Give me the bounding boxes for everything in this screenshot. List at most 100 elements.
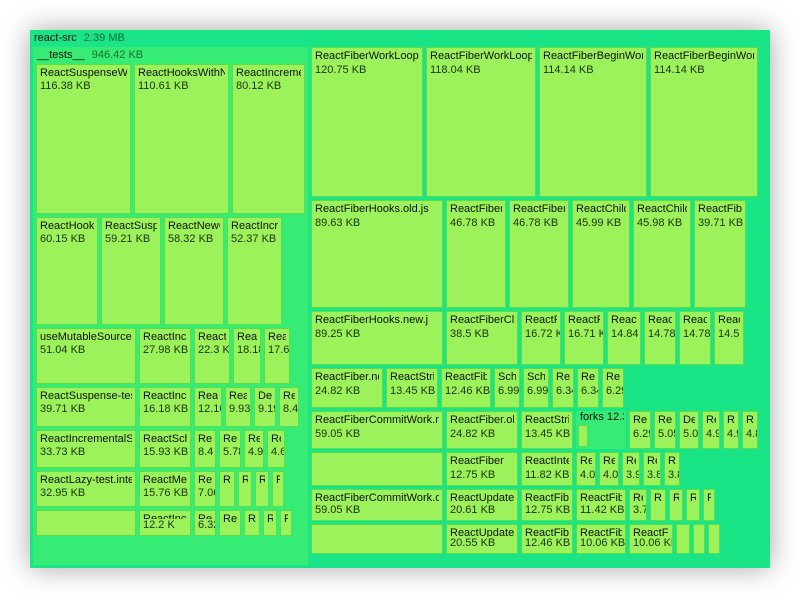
treemap-cell[interactable]: Re <box>255 471 269 507</box>
treemap-cell[interactable]: ReactF14.84 <box>607 311 641 365</box>
treemap-cell[interactable]: Re3.8 <box>643 452 661 486</box>
treemap-cell[interactable]: ReactFiberCommitWork.o59.05 KB <box>311 489 443 521</box>
treemap-cell[interactable]: Del5.0 <box>679 411 699 449</box>
treemap-cell[interactable]: ReactFiber10.06 KB <box>629 524 673 554</box>
treemap-cell[interactable]: ReactFiberBeginWork114.14 KB <box>539 47 647 197</box>
root-header[interactable]: react-src 2.39 MB <box>30 30 770 47</box>
treemap-cell[interactable]: ReactUpdateQu20.55 KB <box>446 524 518 554</box>
treemap-cell[interactable]: ReactFiber39.71 KB <box>694 200 746 308</box>
treemap-cell[interactable]: ReactStric13.45 KB <box>386 368 438 408</box>
treemap-cell[interactable]: ReactI17.65 <box>264 328 290 384</box>
treemap-cell[interactable]: Rea6.29 <box>602 368 624 408</box>
treemap-cell[interactable]: ReactLazy-test.intern32.95 KB <box>36 471 136 507</box>
treemap-cell[interactable]: ReactIncre12.2 K <box>139 510 191 536</box>
treemap-cell[interactable]: ReactFiber12.75 KB <box>446 452 518 486</box>
treemap-cell[interactable] <box>36 510 136 536</box>
treemap-cell[interactable]: ReactHooksWithNo110.61 KB <box>134 64 229 214</box>
treemap-cell[interactable]: Re4.8 <box>742 411 758 449</box>
treemap-root[interactable]: react-src 2.39 MB __tests__ 946.42 KB Re… <box>30 30 770 568</box>
treemap-cell[interactable]: ReactIncre16.18 KB <box>139 387 191 427</box>
treemap-cell[interactable]: ReactSuspense-test.39.71 KB <box>36 387 136 427</box>
treemap-cell[interactable] <box>676 524 690 554</box>
treemap-cell[interactable]: Re3.8 <box>664 452 680 486</box>
treemap-cell[interactable]: ReactFiberCommitWork.n59.05 KB <box>311 411 443 449</box>
treemap-cell[interactable]: R <box>703 489 715 521</box>
treemap-cell[interactable]: ReactFiber11.42 KB <box>576 489 626 521</box>
treemap-cell[interactable]: ReactFi16.72 K <box>521 311 561 365</box>
treemap-cell[interactable]: ReactFi16.71 K <box>564 311 604 365</box>
treemap-cell[interactable]: ReactFiberWorkLoop.n118.04 KB <box>426 47 536 197</box>
treemap-cell[interactable]: ReactIncre27.98 KB <box>139 328 191 384</box>
treemap-cell[interactable]: React12.16 <box>194 387 222 427</box>
treemap-cell[interactable]: Re4.9 <box>702 411 720 449</box>
treemap-cell[interactable]: Rea4.0 <box>576 452 596 486</box>
treemap-cell[interactable] <box>578 425 588 447</box>
treemap-cell[interactable]: ReactFiberBeginWork114.14 KB <box>650 47 758 197</box>
treemap-cell[interactable]: Rea6.34 <box>552 368 574 408</box>
treemap-cell[interactable]: Re <box>219 471 235 507</box>
treemap-cell[interactable]: ReactF14.78 <box>679 311 711 365</box>
group-tests[interactable]: __tests__ 946.42 KB ReactSuspenseWith116… <box>33 47 308 565</box>
treemap-cell[interactable]: ReactSuspen59.21 KB <box>101 217 161 325</box>
treemap-cell[interactable] <box>311 524 443 554</box>
treemap-cell[interactable]: Reac8.4 K <box>194 430 216 468</box>
treemap-cell[interactable]: React9.93 <box>225 387 251 427</box>
treemap-cell[interactable]: ReactFiberClas38.5 KB <box>446 311 518 365</box>
treemap-cell[interactable]: R <box>263 510 277 536</box>
treemap-cell[interactable]: useMutableSource-te51.04 KB <box>36 328 136 384</box>
treemap-cell[interactable]: ReactS18.18 <box>233 328 261 384</box>
treemap-cell[interactable]: ReactF14.78 <box>644 311 676 365</box>
treemap-cell[interactable]: ReactFiber10.06 KB <box>576 524 626 554</box>
treemap-cell[interactable]: ReactFiber12.46 KB <box>521 524 573 554</box>
treemap-cell[interactable]: ReactSched15.93 KB <box>139 430 191 468</box>
treemap-cell[interactable]: Sche6.99 <box>523 368 549 408</box>
treemap-cell[interactable]: Debu9.19 <box>254 387 276 427</box>
treemap-cell[interactable]: Re3.9 <box>622 452 640 486</box>
treemap-cell[interactable]: ReactFiber.new24.82 KB <box>311 368 383 408</box>
treemap-cell[interactable]: Rea8.44 <box>279 387 299 427</box>
treemap-cell[interactable]: Re <box>238 471 252 507</box>
treemap-cell[interactable]: Re <box>650 489 666 521</box>
treemap-cell[interactable] <box>693 524 705 554</box>
treemap-cell[interactable]: ReactStric13.45 KB <box>521 411 573 449</box>
group-files[interactable]: ReactFiberWorkLoop.o120.75 KBReactFiberW… <box>311 47 767 565</box>
treemap-cell[interactable]: ReactFiberHooks.old.js89.63 KB <box>311 200 443 308</box>
treemap-cell[interactable]: ReactFr22.3 KB <box>194 328 230 384</box>
treemap-cell[interactable]: ReactFiber12.46 KB <box>441 368 491 408</box>
treemap-cell[interactable]: Re4.9 <box>723 411 739 449</box>
treemap-cell[interactable]: Reac5.78 <box>219 430 241 468</box>
treemap-cell[interactable]: R <box>686 489 700 521</box>
treemap-cell[interactable]: ReactMemo15.76 KB <box>139 471 191 507</box>
treemap-cell[interactable]: ReactIncrementalSid33.73 KB <box>36 430 136 468</box>
treemap-cell[interactable]: Reac6.32 K <box>194 510 216 536</box>
treemap-cell[interactable]: ReactFiber.old.j24.82 KB <box>446 411 518 449</box>
treemap-cell[interactable]: Re <box>244 510 260 536</box>
treemap-cell[interactable]: ReactFiberHooks.new.j89.25 KB <box>311 311 443 365</box>
treemap-cell[interactable]: React <box>219 510 241 536</box>
treemap-cell[interactable]: React4.6 <box>267 430 285 468</box>
treemap-cell[interactable]: R <box>280 510 292 536</box>
treemap-cell[interactable]: ReactFiberC46.78 KB <box>509 200 569 308</box>
treemap-cell[interactable]: React14.5 K <box>714 311 744 365</box>
treemap-cell[interactable]: ReactNewCo58.32 KB <box>164 217 224 325</box>
treemap-cell[interactable]: ReactFiber12.75 KB <box>521 489 573 521</box>
treemap-cell[interactable]: ReactChildF45.99 KB <box>572 200 630 308</box>
treemap-cell[interactable] <box>708 524 720 554</box>
treemap-cell[interactable] <box>311 452 443 486</box>
treemap-cell[interactable]: ReactIncrem52.37 KB <box>227 217 282 325</box>
treemap-cell[interactable]: R <box>272 471 284 507</box>
treemap-cell[interactable]: ReactIncreme80.12 KB <box>232 64 305 214</box>
tests-header[interactable]: __tests__ 946.42 KB <box>33 47 308 64</box>
treemap-cell[interactable]: ReactFiberWorkLoop.o120.75 KB <box>311 47 423 197</box>
treemap-cell[interactable]: R <box>669 489 683 521</box>
nested-group[interactable]: forks 12.3 <box>576 411 626 449</box>
treemap-cell[interactable]: Rea6.29 <box>629 411 651 449</box>
treemap-cell[interactable]: React4.91 <box>244 430 264 468</box>
treemap-cell[interactable]: Re3.7 <box>629 489 647 521</box>
treemap-cell[interactable]: ReactUpdateQu20.61 KB <box>446 489 518 521</box>
treemap-cell[interactable]: Rea4.0 <box>599 452 619 486</box>
treemap-cell[interactable]: ReactSuspenseWith116.38 KB <box>36 64 131 214</box>
treemap-cell[interactable]: ReactHooks-t60.15 KB <box>36 217 98 325</box>
treemap-cell[interactable]: ReactInter11.82 KB <box>521 452 573 486</box>
treemap-cell[interactable]: ReactChildF45.98 KB <box>633 200 691 308</box>
